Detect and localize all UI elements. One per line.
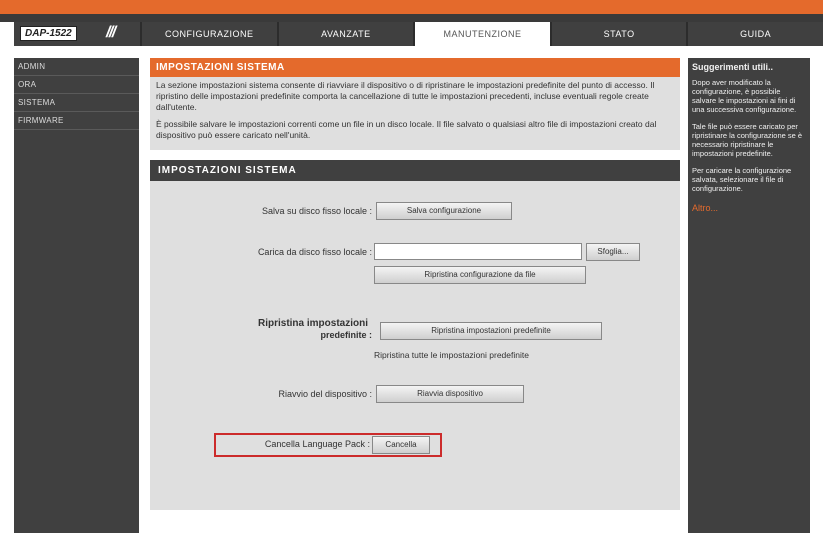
restore-defaults-label-1: Ripristina impostazioni [257, 318, 368, 329]
intro-section: IMPOSTAZIONI SISTEMA La sezione impostaz… [150, 58, 680, 150]
sidebar-item-admin[interactable]: ADMIN [14, 58, 139, 76]
restore-from-file-button[interactable]: Ripristina configurazione da file [374, 266, 586, 284]
tab-avanzate[interactable]: AVANZATE [276, 22, 414, 46]
restore-defaults-label-2: predefinite : [320, 330, 372, 340]
sidebar-item-ora[interactable]: ORA [14, 76, 139, 94]
save-local-label: Salva su disco fisso locale : [261, 206, 372, 216]
model-badge: DAP-1522 / / / [14, 22, 140, 46]
help-paragraph-1: Dopo aver modificato la configurazione, … [692, 78, 797, 114]
tab-manutenzione[interactable]: MANUTENZIONE [413, 22, 550, 46]
save-config-button[interactable]: Salva configurazione [376, 202, 512, 220]
reboot-button[interactable]: Riavvia dispositivo [376, 385, 524, 403]
model-name: DAP-1522 [20, 26, 77, 41]
help-title: Suggerimenti utili.. [692, 62, 774, 72]
intro-paragraph-2: È possibile salvare le impostazioni corr… [156, 119, 657, 140]
main-content: IMPOSTAZIONI SISTEMA La sezione impostaz… [150, 58, 680, 533]
help-panel: Suggerimenti utili.. Dopo aver modificat… [688, 58, 810, 533]
main-tabs: CONFIGURAZIONE AVANZATE MANUTENZIONE STA… [140, 22, 823, 46]
browse-button[interactable]: Sfoglia... [586, 243, 640, 261]
reboot-label: Riavvio del dispositivo : [278, 389, 372, 399]
system-settings-panel: IMPOSTAZIONI SISTEMA Salva su disco fiss… [150, 160, 680, 510]
top-dark-bar [0, 14, 823, 22]
intro-title: IMPOSTAZIONI SISTEMA [150, 58, 680, 77]
restore-defaults-button[interactable]: Ripristina impostazioni predefinite [380, 322, 602, 340]
sidebar-item-sistema[interactable]: SISTEMA [14, 94, 139, 112]
tab-stato[interactable]: STATO [549, 22, 687, 46]
sidebar: ADMIN ORA SISTEMA FIRMWARE [14, 58, 139, 533]
panel-title: IMPOSTAZIONI SISTEMA [150, 160, 680, 181]
sidebar-item-firmware[interactable]: FIRMWARE [14, 112, 139, 130]
clear-language-pack-label: Cancella Language Pack : [264, 439, 370, 449]
tab-guida[interactable]: GUIDA [686, 22, 823, 46]
file-path-input[interactable] [374, 243, 582, 260]
top-accent-bar [0, 0, 823, 14]
help-paragraph-2: Tale file può essere caricato per ripris… [692, 122, 803, 158]
restore-defaults-note: Ripristina tutte le impostazioni predefi… [374, 350, 529, 360]
load-local-label: Carica da disco fisso locale : [257, 247, 372, 257]
intro-paragraph-1: La sezione impostazioni sistema consente… [156, 80, 655, 112]
logo-slashes-icon: / / / [106, 24, 116, 41]
help-more-link[interactable]: Altro... [688, 199, 810, 217]
help-paragraph-3: Per caricare la configurazione salvata, … [692, 166, 792, 193]
tab-configurazione[interactable]: CONFIGURAZIONE [140, 22, 277, 46]
clear-language-pack-button[interactable]: Cancella [372, 436, 430, 454]
